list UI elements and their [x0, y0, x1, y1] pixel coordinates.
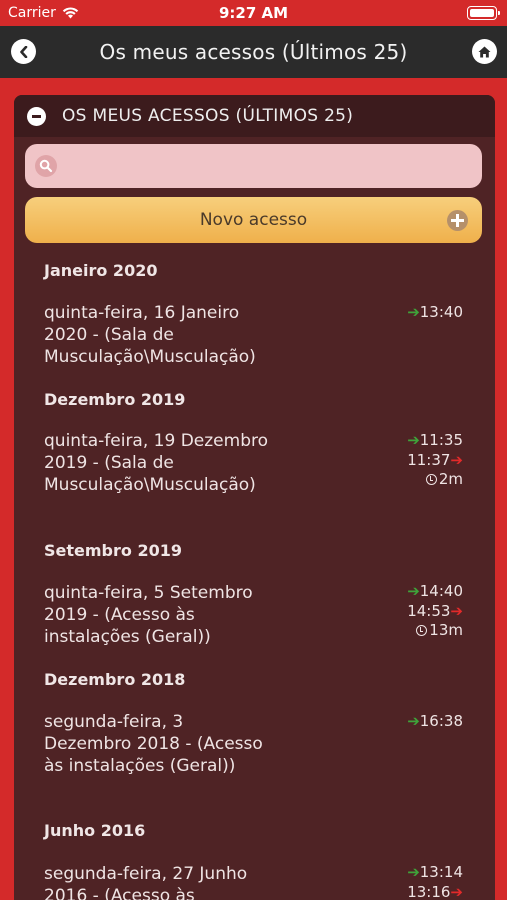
- panel-title: OS MEUS ACESSOS (ÚLTIMOS 25): [62, 106, 354, 126]
- entry-time-row: ➔16:38: [383, 712, 463, 732]
- home-button[interactable]: [472, 39, 497, 64]
- list-item-text[interactable]: segunda-feira, 27 Junho 2016 - (Acesso à…: [44, 863, 269, 900]
- arrow-in-icon: ➔: [407, 431, 420, 449]
- new-access-label: Novo acesso: [199, 210, 308, 230]
- arrow-out-icon: ➔: [450, 450, 463, 469]
- chevron-left-icon: [19, 45, 27, 58]
- clock-icon: [416, 625, 428, 636]
- month-header: Dezembro 2019: [44, 390, 186, 409]
- month-header: Junho 2016: [44, 821, 146, 840]
- entry-time: 16:38: [419, 712, 463, 730]
- access-times: ➔16:38: [383, 712, 463, 732]
- exit-time: 11:37: [407, 450, 451, 469]
- access-times: ➔13:40: [383, 303, 463, 323]
- status-bar: Carrier 9:27 AM: [0, 0, 507, 26]
- arrow-in-icon: ➔: [407, 863, 420, 881]
- arrow-out-icon: ➔: [450, 601, 463, 620]
- entry-time: 14:40: [419, 582, 463, 600]
- exit-time: 13:16: [407, 882, 451, 900]
- arrow-in-icon: ➔: [407, 582, 420, 600]
- entry-time-row: ➔13:40: [383, 303, 463, 323]
- search-icon: [35, 155, 57, 177]
- access-times: ➔11:35 11:37➔ 2m: [383, 431, 463, 490]
- access-times: ➔13:14 13:16➔: [383, 863, 463, 900]
- panel-header[interactable]: OS MEUS ACESSOS (ÚLTIMOS 25): [14, 95, 495, 137]
- list-item-text[interactable]: quinta-feira, 16 Janeiro 2020 - (Sala de…: [44, 302, 269, 368]
- list-item-text[interactable]: segunda-feira, 3 Dezembro 2018 - (Acesso…: [44, 711, 269, 777]
- new-access-button[interactable]: Novo acesso: [25, 197, 482, 243]
- access-times: ➔14:40 14:53➔ 13m: [383, 582, 463, 641]
- arrow-in-icon: ➔: [407, 303, 420, 321]
- month-header: Dezembro 2018: [44, 670, 186, 689]
- duration: 13m: [429, 621, 463, 639]
- arrow-in-icon: ➔: [407, 712, 420, 730]
- exit-time-row: 13:16➔: [383, 883, 463, 900]
- page-title: Os meus acessos (Últimos 25): [99, 40, 408, 64]
- entry-time: 13:14: [419, 863, 463, 881]
- month-header: Janeiro 2020: [44, 261, 158, 280]
- entry-time-row: ➔11:35: [383, 431, 463, 451]
- exit-time: 14:53: [407, 601, 451, 620]
- month-header: Setembro 2019: [44, 541, 182, 560]
- status-time: 9:27 AM: [218, 4, 289, 22]
- search-input[interactable]: [65, 144, 475, 188]
- minus-circle-icon[interactable]: [27, 106, 46, 126]
- clock-icon: [425, 474, 437, 485]
- entry-time-row: ➔13:14: [383, 863, 463, 883]
- entry-time-row: ➔14:40: [383, 582, 463, 602]
- home-icon: [478, 46, 491, 57]
- list-item-text[interactable]: quinta-feira, 5 Setembro 2019 - (Acesso …: [44, 582, 269, 648]
- back-button[interactable]: [11, 39, 36, 64]
- accesses-panel: OS MEUS ACESSOS (ÚLTIMOS 25) Novo acesso…: [14, 95, 495, 900]
- exit-time-row: 14:53➔: [383, 602, 463, 622]
- exit-time-row: 11:37➔: [383, 451, 463, 471]
- duration-row: 2m: [383, 470, 463, 490]
- duration-row: 13m: [383, 621, 463, 641]
- search-box[interactable]: [25, 144, 482, 188]
- entry-time: 13:40: [419, 303, 463, 321]
- navigation-bar: Os meus acessos (Últimos 25): [0, 26, 507, 78]
- plus-circle-icon: [447, 210, 468, 231]
- arrow-out-icon: ➔: [450, 882, 463, 900]
- list-item-text[interactable]: quinta-feira, 19 Dezembro 2019 - (Sala d…: [44, 430, 269, 496]
- entry-time: 11:35: [419, 431, 463, 449]
- duration: 2m: [438, 470, 463, 488]
- battery-icon: [467, 6, 500, 20]
